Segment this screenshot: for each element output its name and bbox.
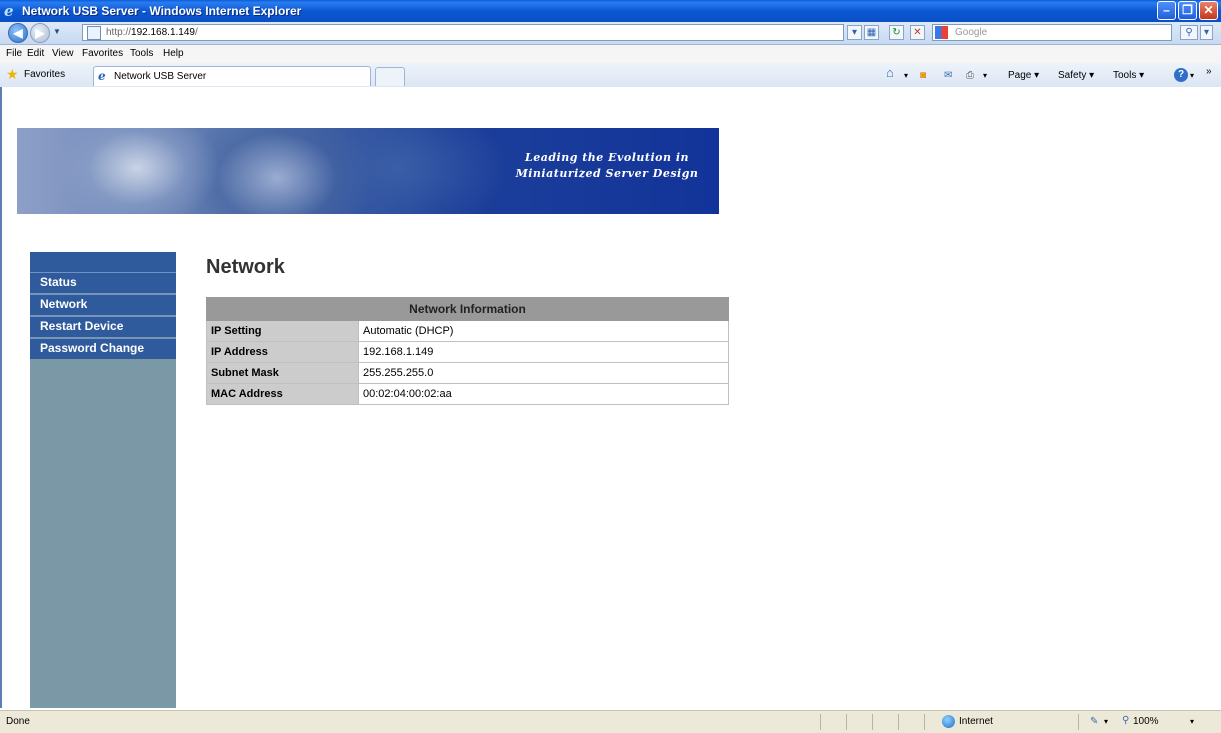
sidebar-header (30, 252, 176, 272)
new-tab-button[interactable] (375, 67, 405, 86)
row-value: Automatic (DHCP) (358, 320, 729, 342)
home-icon[interactable]: ⌂ (886, 66, 894, 79)
sidebar-item-restart-device[interactable]: Restart Device (30, 316, 176, 337)
compatibility-button[interactable]: ▦ (864, 25, 879, 40)
menu-bar: File Edit View Favorites Tools Help (0, 45, 1221, 64)
compatibility-icon: ▦ (866, 27, 877, 38)
row-value: 00:02:04:00:02:aa (358, 383, 729, 405)
chevron-down-icon[interactable]: ▾ (1104, 716, 1108, 728)
forward-button[interactable]: ▶ (30, 23, 50, 43)
sidebar-item-password-change[interactable]: Password Change (30, 338, 176, 359)
page-menu[interactable]: Page ▾ (1008, 70, 1039, 82)
maximize-button[interactable]: ❐ (1178, 1, 1197, 20)
refresh-icon: ↻ (892, 27, 901, 38)
home-dropdown-icon[interactable]: ▾ (904, 70, 908, 82)
dropdown-icon: ▼ (53, 27, 61, 36)
tools-menu[interactable]: Tools ▾ (1113, 70, 1144, 82)
status-divider (872, 714, 873, 730)
status-divider (1078, 714, 1079, 730)
row-key: Subnet Mask (206, 362, 359, 384)
protected-mode-icon[interactable]: ✎ (1090, 716, 1098, 728)
table-row: Subnet Mask 255.255.255.0 (206, 362, 729, 384)
search-icon: ⚲ (1185, 27, 1193, 38)
search-placeholder: Google (955, 27, 988, 38)
refresh-button[interactable]: ↻ (889, 25, 904, 40)
forward-icon: ▶ (35, 26, 45, 40)
sidebar-item-status[interactable]: Status (30, 272, 176, 293)
stop-icon: ✕ (913, 27, 922, 38)
stop-button[interactable]: ✕ (910, 25, 925, 40)
favorites-button[interactable]: Favorites (24, 69, 65, 81)
status-bar: Done Internet ✎ ▾ ⚲ 100% ▾ (0, 710, 1221, 733)
tab-network-usb-server[interactable]: e Network USB Server (93, 66, 371, 86)
status-divider (846, 714, 847, 730)
table-title: Network Information (206, 297, 729, 321)
menu-help[interactable]: Help (163, 48, 184, 60)
row-key: IP Address (206, 341, 359, 363)
security-zone[interactable]: Internet (959, 716, 993, 728)
banner-tagline-line2: Miniaturized Server Design (515, 167, 699, 180)
menu-view[interactable]: View (52, 48, 74, 60)
ie-icon: e (4, 2, 14, 20)
menu-edit[interactable]: Edit (27, 48, 44, 60)
row-key: IP Setting (206, 320, 359, 342)
status-divider (820, 714, 821, 730)
close-button[interactable]: ✕ (1199, 1, 1218, 20)
status-divider (898, 714, 899, 730)
minimize-button[interactable]: – (1157, 1, 1176, 20)
window-titlebar: e Network USB Server - Windows Internet … (0, 0, 1221, 22)
menu-tools[interactable]: Tools (130, 48, 153, 60)
table-row: MAC Address 00:02:04:00:02:aa (206, 383, 729, 405)
menu-favorites[interactable]: Favorites (82, 48, 123, 60)
sidebar-item-network[interactable]: Network (30, 294, 176, 315)
search-input[interactable]: Google (932, 24, 1172, 41)
globe-icon (942, 715, 955, 728)
sidebar: Status Network Restart Device Password C… (30, 252, 176, 708)
favorites-bar: ★ Favorites e Network USB Server ⌂ ▾ ◙ ✉… (0, 63, 1221, 88)
back-icon: ◀ (13, 26, 23, 40)
zoom-dropdown-icon[interactable]: ▾ (1190, 716, 1194, 728)
chevron-down-icon: ▾ (851, 27, 858, 38)
table-header-row: Network Information (206, 297, 729, 321)
row-value: 192.168.1.149 (358, 341, 729, 363)
print-icon[interactable]: ⎙ (966, 70, 974, 82)
window-title: Network USB Server - Windows Internet Ex… (22, 4, 302, 18)
address-toolbar: ◀ ▶ ▼ http://192.168.1.149/ ▾ ▦ ↻ ✕ Goog… (0, 22, 1221, 45)
zoom-level[interactable]: 100% (1133, 716, 1159, 728)
recent-pages-dropdown[interactable]: ▼ (53, 27, 61, 36)
banner-tagline: Leading the Evolution in Miniaturized Se… (507, 150, 707, 182)
print-dropdown-icon[interactable]: ▾ (983, 70, 987, 82)
search-button[interactable]: ⚲ (1180, 25, 1198, 40)
table-row: IP Setting Automatic (DHCP) (206, 320, 729, 342)
safety-menu[interactable]: Safety ▾ (1058, 70, 1094, 82)
row-value: 255.255.255.0 (358, 362, 729, 384)
address-text: http://192.168.1.149/ (106, 27, 198, 38)
feeds-icon[interactable]: ◙ (920, 70, 926, 82)
status-divider (924, 714, 925, 730)
row-key: MAC Address (206, 383, 359, 405)
zoom-icon: ⚲ (1122, 715, 1130, 726)
address-input[interactable]: http://192.168.1.149/ (82, 24, 844, 41)
mail-icon[interactable]: ✉ (944, 70, 952, 82)
star-icon: ★ (6, 66, 19, 82)
search-options-button[interactable]: ▾ (1200, 25, 1213, 40)
status-text: Done (6, 716, 30, 727)
page-title: Network (206, 256, 285, 278)
address-dropdown-button[interactable]: ▾ (847, 25, 862, 40)
header-banner: Leading the Evolution in Miniaturized Se… (17, 128, 719, 214)
help-dropdown-icon[interactable]: ▾ (1190, 70, 1194, 82)
chevron-down-icon: ▾ (1203, 27, 1210, 38)
page-icon (87, 26, 101, 40)
banner-tagline-line1: Leading the Evolution in (524, 151, 690, 164)
ie-icon: e (98, 69, 106, 83)
tab-label: Network USB Server (114, 71, 207, 82)
chevron-more-icon[interactable]: » (1206, 66, 1212, 78)
google-icon (935, 26, 948, 39)
table-row: IP Address 192.168.1.149 (206, 341, 729, 363)
back-button[interactable]: ◀ (8, 23, 28, 43)
help-icon[interactable]: ? (1174, 68, 1188, 82)
network-information-table: Network Information IP Setting Automatic… (206, 297, 729, 405)
menu-file[interactable]: File (6, 48, 22, 60)
